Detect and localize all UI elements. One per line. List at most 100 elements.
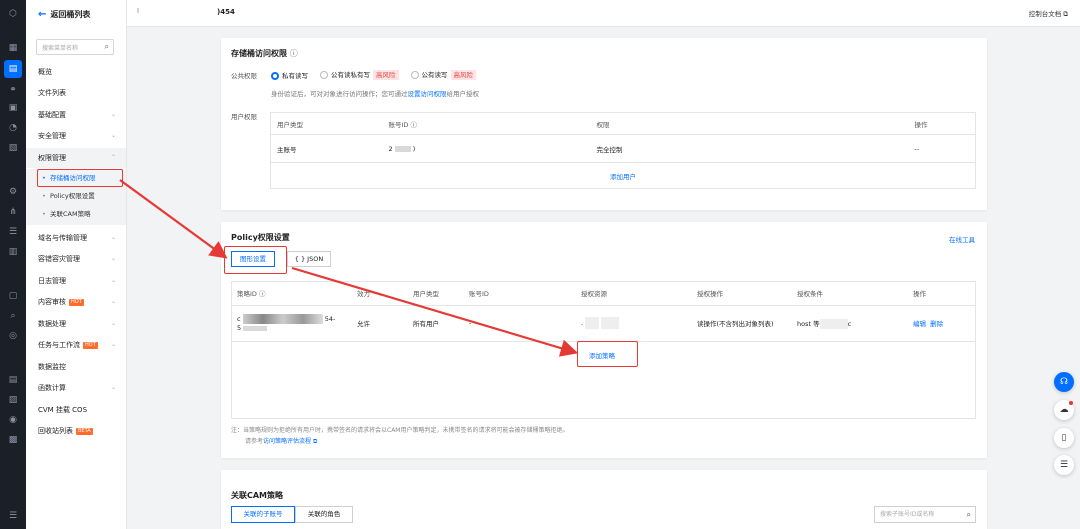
menu-search-input[interactable]: 搜索菜单名称 ⌕ (36, 39, 114, 55)
delete-link[interactable]: 删除 (930, 320, 943, 328)
db-icon[interactable]: ▥ (7, 246, 19, 258)
chip-icon[interactable]: ▩ (7, 434, 19, 446)
public-perm-label: 公共权限 (231, 72, 257, 80)
sidebar-item-cam[interactable]: 关联CAM策略 (26, 205, 126, 225)
policy-card: Policy权限设置 在线工具 图形设置 { } JSON 策略ID ⓘ 效力 … (221, 222, 987, 458)
list-icon[interactable]: ☰ (7, 226, 19, 238)
cloud-notify-icon[interactable]: ☁ (1054, 400, 1074, 420)
target-icon[interactable]: ◎ (7, 330, 19, 342)
arrow-to-graphic-tab (119, 179, 228, 259)
chevron-down-icon: ⌄ (110, 234, 116, 241)
chevron-down-icon: ⌄ (110, 132, 116, 139)
redacted-block (243, 325, 268, 331)
gear-icon[interactable]: ⚙ (7, 186, 19, 198)
public-perm-options: 私有读写 公有读私有写 高风险 公有读写 高风险 (271, 69, 476, 80)
highlight-box-add-policy (577, 341, 638, 367)
bucket-name: )454 (217, 8, 235, 16)
set-access-link[interactable]: 设置访问权限 (408, 90, 447, 98)
headset-icon[interactable]: ☊ (1054, 372, 1074, 392)
search-icon[interactable]: ⌕ (7, 310, 19, 322)
search-icon: ⌕ (104, 42, 109, 51)
policy-note-2: 请参考访问策略评估流程 ⧉ (245, 438, 318, 445)
policy-table: 策略ID ⓘ 效力 用户类型 账号ID 授权资源 授权操作 授权条件 操作 c … (231, 281, 976, 342)
tab-json[interactable]: { } JSON (287, 251, 331, 267)
sidebar-item-overview[interactable]: 概览 (26, 62, 126, 82)
cam-search-input[interactable]: 搜索子账号ID或名称 ⌕ (874, 506, 976, 523)
chevron-down-icon: ⌄ (110, 255, 116, 262)
radio-icon (320, 71, 328, 79)
edit-link[interactable]: 编辑 (913, 320, 926, 328)
console-doc-link[interactable]: 控制台文档 ⧉ (1029, 8, 1068, 19)
sidebar-item-data-process[interactable]: 数据处理 ⌄ (26, 314, 126, 334)
calendar-icon[interactable]: ▣ (7, 102, 19, 114)
eval-flow-link[interactable]: 访问策略评估流程 (263, 438, 311, 445)
box-icon[interactable]: ▢ (7, 290, 19, 302)
redacted-block (601, 317, 620, 329)
beta-badge: BETA (76, 427, 93, 435)
sidebar-item-recycle[interactable]: 回收站列表 BETA (26, 421, 126, 441)
cloud-logo-icon[interactable]: ⬡ (7, 8, 19, 20)
topbar-tick: I (137, 7, 140, 15)
notification-dot (1069, 401, 1073, 405)
doc2-icon[interactable]: ▤ (7, 374, 19, 386)
link-icon[interactable]: ⚭ (7, 84, 19, 96)
radio-public-rw[interactable]: 公有读写 高风险 (410, 69, 476, 80)
collapse-icon[interactable]: ☰ (7, 510, 19, 522)
sidebar-item-cvm[interactable]: CVM 挂载 COS (26, 400, 126, 420)
external-link-icon: ⧉ (312, 438, 318, 445)
hot-badge: HOT (83, 341, 98, 349)
sidebar-item-domain[interactable]: 域名与传输管理 ⌄ (26, 228, 126, 248)
highlight-box-graphic-tab (224, 246, 287, 274)
menu-list-icon[interactable]: ☰ (1054, 455, 1074, 475)
redacted-block (394, 145, 411, 152)
left-rail: ⬡ ▦ ▤ ⚭ ▣ ◔ ▧ ⚙ ⋔ ☰ ▥ ▢ ⌕ ◎ ▤ ▨ ◉ ▩ ☰ (0, 0, 26, 529)
sidebar: ← 返回桶列表 搜索菜单名称 ⌕ 概览 文件列表 基础配置 ⌄ 安全管理 ⌄ 权限管… (26, 0, 127, 529)
radio-icon (410, 71, 419, 79)
chevron-down-icon: ⌄ (110, 320, 116, 327)
hot-badge: HOT (69, 298, 84, 306)
sidebar-item-policy[interactable]: Policy权限设置 (26, 187, 126, 205)
back-to-bucket-list[interactable]: ← 返回桶列表 (38, 9, 90, 20)
tree-icon[interactable]: ⋔ (7, 206, 19, 218)
search-icon: ⌕ (966, 510, 971, 519)
sidebar-item-audit[interactable]: 内容审核 HOT ⌄ (26, 292, 126, 312)
chevron-down-icon: ⌄ (110, 384, 116, 391)
radio-public-read[interactable]: 公有读私有写 高风险 (320, 69, 399, 80)
chevron-down-icon: ⌄ (110, 111, 116, 118)
chart-icon[interactable]: ▨ (7, 394, 19, 406)
grid-icon[interactable]: ▦ (7, 42, 19, 54)
sidebar-item-logs[interactable]: 日志管理 ⌄ (26, 271, 126, 291)
circle-icon[interactable]: ◉ (7, 414, 19, 426)
redacted-block (819, 318, 848, 329)
top-bar: I )454 控制台文档 ⧉ (127, 0, 1080, 27)
bucket-icon[interactable]: ▤ (4, 60, 22, 78)
sidebar-item-monitor[interactable]: 数据监控 (26, 357, 126, 377)
table-row: 主账号 2 ) 完全控制 -- (270, 134, 976, 163)
sidebar-item-file-list[interactable]: 文件列表 (26, 83, 126, 103)
sidebar-item-security[interactable]: 安全管理 ⌄ (26, 126, 126, 146)
sidebar-item-basic-config[interactable]: 基础配置 ⌄ (26, 105, 126, 125)
tab-roles[interactable]: 关联的角色 (295, 506, 353, 523)
acl-hint: 身份验证后，可对对象进行访问操作；您可通过设置访问权限给用户授权 (271, 90, 479, 98)
chevron-down-icon: ⌄ (110, 277, 116, 284)
sidebar-item-disaster[interactable]: 容错容灾管理 ⌄ (26, 249, 126, 269)
policy-note: 注：当策略规则为拒绝所有用户时，携带签名的请求将会以CAM用户策略判定，未携带签… (231, 427, 569, 434)
redacted-block (242, 314, 323, 324)
info-icon: ⓘ (289, 49, 298, 58)
user-perm-label: 用户权限 (231, 113, 257, 121)
sidebar-item-compute[interactable]: 函数计算 ⌄ (26, 378, 126, 398)
radio-checked-icon (271, 71, 279, 80)
tab-sub-accounts[interactable]: 关联的子账号 (231, 506, 295, 523)
pie-icon[interactable]: ◔ (7, 122, 19, 134)
chevron-down-icon: ⌄ (110, 341, 116, 348)
radio-private[interactable]: 私有读写 (271, 70, 308, 80)
doc-icon[interactable]: ▧ (7, 142, 19, 154)
sidebar-item-permission[interactable]: 权限管理 ⌃ (26, 148, 126, 168)
highlight-box-sidebar (37, 169, 123, 187)
sidebar-item-workflow[interactable]: 任务与工作流 HOT ⌄ (26, 335, 126, 355)
add-user-link[interactable]: 添加用户 (610, 173, 636, 181)
online-tool-link[interactable]: 在线工具 (949, 234, 975, 244)
high-risk-badge: 高风险 (373, 70, 399, 80)
chevron-down-icon: ⌄ (110, 298, 116, 305)
book-icon[interactable]: ▯ (1054, 428, 1074, 448)
